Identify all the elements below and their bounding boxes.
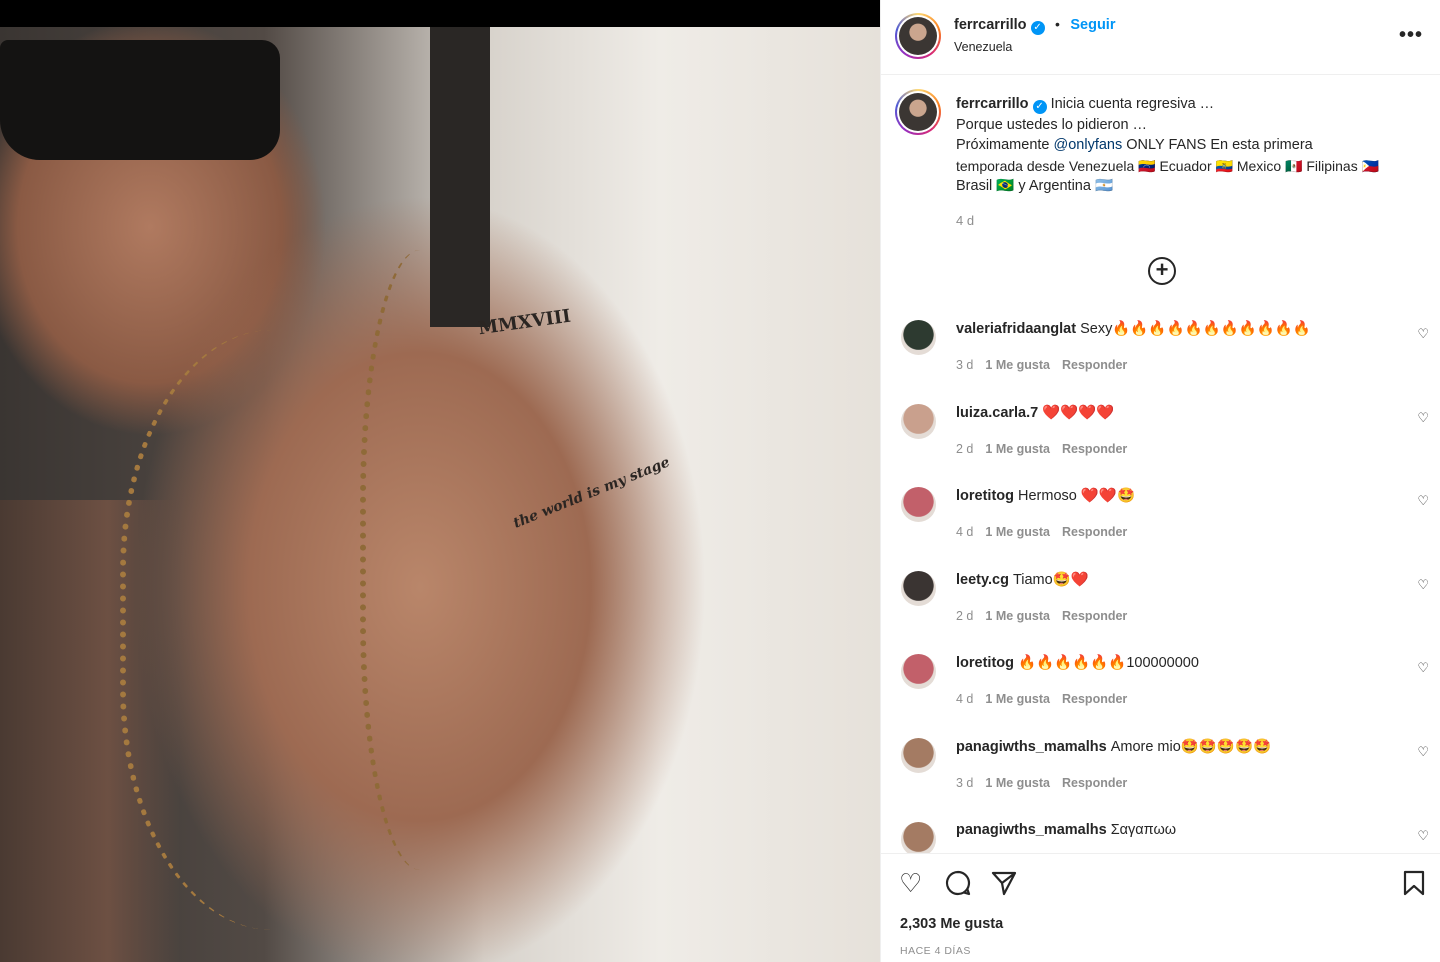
comment-meta: 3 d 1 Me gusta Responder xyxy=(956,776,1139,790)
comment-row: panagiwths_mamalhs Amore mio🤩🤩🤩🤩🤩 3 d 1 Me … xyxy=(881,738,1440,818)
comment-meta: 4 d 1 Me gusta Responder xyxy=(956,525,1139,539)
comment-text: Amore mio🤩🤩🤩🤩🤩 xyxy=(1110,739,1272,755)
caption-verified-icon: ✓ xyxy=(1032,100,1047,114)
reply-button[interactable]: Responder xyxy=(1062,609,1127,623)
comment-time[interactable]: 3 d xyxy=(956,776,973,790)
caption-line-5: temporada desde Venezuela 🇻🇪 Ecuador 🇪🇨 … xyxy=(956,157,1380,174)
comment-text: Hermoso ❤️❤️🤩 xyxy=(1018,488,1136,505)
comment-row: loretitog Hermoso ❤️❤️🤩 4 d 1 Me gusta Respo… xyxy=(881,487,1440,567)
likes-count[interactable]: 2,303 Me gusta xyxy=(900,916,1003,932)
comment-text: ❤️❤️❤️❤️ xyxy=(1042,404,1115,421)
comment-text: Tiamo🤩❤️ xyxy=(1012,571,1089,588)
comment-text: 🔥🔥🔥🔥🔥🔥100000000 xyxy=(1018,655,1199,672)
commenter-username[interactable]: luiza.carla.7 xyxy=(956,405,1038,421)
post-media: MMXVIII the world is my stage xyxy=(0,0,880,962)
post-caption: ferrcarrillo ✓ Inicia cuenta regresiva … … xyxy=(956,94,1426,197)
like-heart-icon[interactable]: ♡ xyxy=(899,870,922,896)
commenter-avatar[interactable] xyxy=(901,570,936,606)
verified-badge-icon: ✓ xyxy=(1030,21,1045,35)
caption-username[interactable]: ferrcarrillo xyxy=(956,96,1029,112)
caption-line-1: Inicia cuenta regresiva … xyxy=(1050,96,1215,112)
comment-body: panagiwths_mamalhs Σαγαπωω xyxy=(956,822,1396,838)
caption-mention-link[interactable]: @onlyfans xyxy=(1054,137,1123,153)
comment-meta: 2 d 1 Me gusta Responder xyxy=(956,609,1139,623)
commenter-avatar[interactable] xyxy=(901,654,936,690)
comment-body: loretitog Hermoso ❤️❤️🤩 xyxy=(956,487,1396,504)
reply-button[interactable]: Responder xyxy=(1062,692,1127,706)
save-bookmark-icon[interactable] xyxy=(1403,870,1425,900)
comment-body: valeriafridaanglat Sexy🔥🔥🔥🔥🔥🔥🔥🔥🔥🔥🔥 xyxy=(956,320,1396,337)
comment-like-heart-icon[interactable]: ♡ xyxy=(1417,577,1429,593)
comment-meta: 3 d 1 Me gusta Responder xyxy=(956,358,1139,372)
comment-likes-count[interactable]: 1 Me gusta xyxy=(985,442,1050,456)
post-header: ferrcarrillo ✓ • Seguir Venezuela ••• xyxy=(881,0,1440,75)
photo-sunglasses xyxy=(0,40,280,160)
post-actions-bar: ♡ 2,303 Me gusta HACE 4 DÍAS xyxy=(881,853,1440,962)
commenter-username[interactable]: loretitog xyxy=(956,488,1014,504)
caption-line-3: Próximamente xyxy=(956,137,1050,153)
caption-author-avatar[interactable] xyxy=(895,89,941,135)
commenter-avatar[interactable] xyxy=(901,403,936,439)
author-avatar[interactable] xyxy=(895,13,941,59)
comment-likes-count[interactable]: 1 Me gusta xyxy=(985,358,1050,372)
reply-button[interactable]: Responder xyxy=(1062,442,1127,456)
comment-like-heart-icon[interactable]: ♡ xyxy=(1417,493,1429,509)
comment-meta: 2 d 1 Me gusta Responder xyxy=(956,442,1139,456)
comment-likes-count[interactable]: 1 Me gusta xyxy=(985,776,1050,790)
comment-time[interactable]: 4 d xyxy=(956,525,973,539)
comment-time[interactable]: 2 d xyxy=(956,609,973,623)
more-options-icon[interactable]: ••• xyxy=(1399,24,1423,47)
comment-bubble-icon[interactable] xyxy=(945,870,971,900)
reply-button[interactable]: Responder xyxy=(1062,525,1127,539)
caption-line-2: Porque ustedes lo pidieron … xyxy=(956,116,1148,133)
commenter-username[interactable]: panagiwths_mamalhs xyxy=(956,822,1107,838)
comment-row: loretitog 🔥🔥🔥🔥🔥🔥100000000 4 d 1 Me gusta Res… xyxy=(881,654,1440,734)
comment-body: leety.cg Tiamo🤩❤️ xyxy=(956,571,1396,588)
comment-like-heart-icon[interactable]: ♡ xyxy=(1417,410,1429,426)
comment-time[interactable]: 4 d xyxy=(956,692,973,706)
caption-line-4: ONLY FANS En esta primera xyxy=(1126,137,1313,153)
comment-text: Σαγαπωω xyxy=(1110,821,1177,838)
reply-button[interactable]: Responder xyxy=(1062,776,1127,790)
media-top-bar xyxy=(0,0,880,27)
share-send-icon[interactable] xyxy=(991,870,1017,900)
follow-button[interactable]: Seguir xyxy=(1070,17,1115,33)
commenter-username[interactable]: loretitog xyxy=(956,655,1014,671)
comment-like-heart-icon[interactable]: ♡ xyxy=(1417,744,1429,760)
post-location[interactable]: Venezuela xyxy=(954,40,1012,54)
comment-likes-count[interactable]: 1 Me gusta xyxy=(985,525,1050,539)
caption-line-6: Brasil 🇧🇷 y Argentina 🇦🇷 xyxy=(956,178,1114,194)
comment-time[interactable]: 2 d xyxy=(956,442,973,456)
comment-time[interactable]: 3 d xyxy=(956,358,973,372)
load-more-comments-icon[interactable]: + xyxy=(1148,257,1176,285)
author-username[interactable]: ferrcarrillo xyxy=(954,17,1027,33)
comment-body: panagiwths_mamalhs Amore mio🤩🤩🤩🤩🤩 xyxy=(956,738,1396,755)
comment-meta: 4 d 1 Me gusta Responder xyxy=(956,692,1139,706)
commenter-username[interactable]: leety.cg xyxy=(956,572,1009,588)
post-date: HACE 4 DÍAS xyxy=(900,945,971,957)
comment-likes-count[interactable]: 1 Me gusta xyxy=(985,692,1050,706)
comment-row: valeriafridaanglat Sexy🔥🔥🔥🔥🔥🔥🔥🔥🔥🔥🔥 3 d 1 Me… xyxy=(881,320,1440,400)
caption-time[interactable]: 4 d xyxy=(956,213,974,228)
comment-row: luiza.carla.7 ❤️❤️❤️❤️ 2 d 1 Me gusta Respon… xyxy=(881,403,1440,484)
comment-body: luiza.carla.7 ❤️❤️❤️❤️ xyxy=(956,404,1396,421)
comment-row: leety.cg Tiamo🤩❤️ 2 d 1 Me gusta Responder ♡ xyxy=(881,570,1440,651)
comment-like-heart-icon[interactable]: ♡ xyxy=(1417,326,1429,342)
comment-like-heart-icon[interactable]: ♡ xyxy=(1417,828,1429,844)
commenter-username[interactable]: valeriafridaanglat xyxy=(956,321,1076,337)
commenter-avatar[interactable] xyxy=(901,821,936,857)
commenter-avatar[interactable] xyxy=(901,320,936,355)
reply-button[interactable]: Responder xyxy=(1062,358,1127,372)
photo-necklace-2 xyxy=(360,250,510,870)
comment-likes-count[interactable]: 1 Me gusta xyxy=(985,609,1050,623)
post-side-panel: ferrcarrillo ✓ • Seguir Venezuela ••• fer… xyxy=(880,0,1440,962)
comment-body: loretitog 🔥🔥🔥🔥🔥🔥100000000 xyxy=(956,654,1396,671)
commenter-avatar[interactable] xyxy=(901,738,936,773)
commenter-avatar[interactable] xyxy=(901,487,936,523)
comment-like-heart-icon[interactable]: ♡ xyxy=(1417,660,1429,676)
commenter-username[interactable]: panagiwths_mamalhs xyxy=(956,739,1107,755)
header-separator: • xyxy=(1055,16,1060,32)
comment-text: Sexy🔥🔥🔥🔥🔥🔥🔥🔥🔥🔥🔥 xyxy=(1080,321,1311,337)
